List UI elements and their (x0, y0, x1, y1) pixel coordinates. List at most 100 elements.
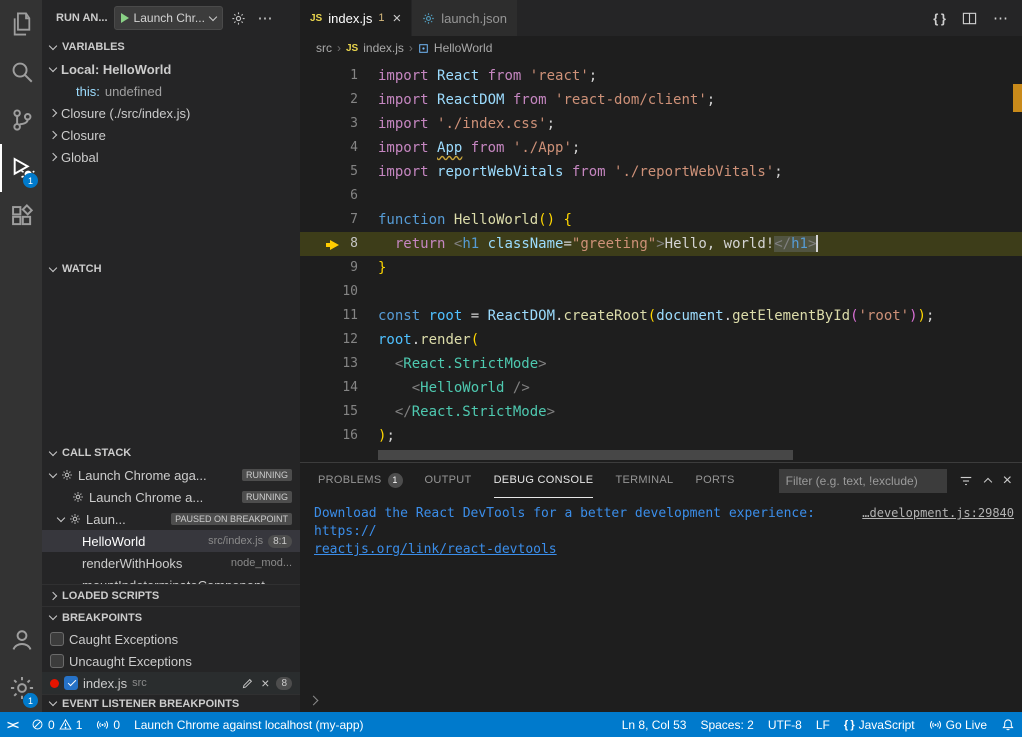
horizontal-scrollbar[interactable] (378, 450, 793, 460)
tab-problems[interactable]: PROBLEMS 1 (318, 463, 403, 498)
debug-session-row[interactable]: Launch Chrome aga... RUNNING (42, 464, 300, 486)
stack-frame-row[interactable]: renderWithHooks node_mod... (42, 552, 300, 574)
line-number[interactable]: 14 (300, 376, 378, 400)
language-mode-status[interactable]: { }JavaScript (837, 712, 922, 737)
breakpoint-row-index-js[interactable]: index.js src × 8 (42, 672, 300, 694)
cursor-position-status[interactable]: Ln 8, Col 53 (615, 712, 694, 737)
variables-section-header[interactable]: VARIABLES (42, 36, 300, 58)
code-line[interactable]: const root = ReactDOM.createRoot(documen… (378, 304, 1022, 328)
editor-gutter[interactable]: 12345678910111213141516 (300, 60, 378, 462)
code-line[interactable]: </React.StrictMode> (378, 400, 1022, 424)
variables-scope-row[interactable]: Local: HelloWorld (42, 58, 300, 80)
checkbox-unchecked[interactable] (50, 654, 64, 668)
indentation-status[interactable]: Spaces: 2 (693, 712, 760, 737)
stack-frame-row[interactable]: HelloWorld src/index.js 8:1 (42, 530, 300, 552)
code-line[interactable]: } (378, 256, 1022, 280)
event-listener-breakpoints-section-header[interactable]: EVENT LISTENER BREAKPOINTS (42, 694, 300, 712)
tab-debug-console[interactable]: DEBUG CONSOLE (494, 463, 594, 498)
line-number[interactable]: 9 (300, 256, 378, 280)
eol-status[interactable]: LF (809, 712, 837, 737)
source-control-icon[interactable] (0, 96, 42, 144)
console-filter-input[interactable] (779, 469, 947, 493)
line-number[interactable]: 7 (300, 208, 378, 232)
line-number[interactable]: 10 (300, 280, 378, 304)
breadcrumb-item-symbol[interactable]: HelloWorld (434, 41, 492, 55)
line-number[interactable]: 3 (300, 112, 378, 136)
breakpoint-row-caught-exceptions[interactable]: Caught Exceptions (42, 628, 300, 650)
notifications-bell-icon[interactable] (994, 712, 1022, 737)
checkbox-checked[interactable] (64, 676, 78, 690)
remove-breakpoint-close-icon[interactable]: × (261, 675, 269, 691)
forwarded-ports-status[interactable]: 0 (89, 712, 127, 737)
console-link[interactable]: reactjs.org/link/react-devtools (314, 542, 557, 557)
code-editor[interactable]: 12345678910111213141516 import React fro… (300, 60, 1022, 462)
debug-launch-dropdown[interactable]: Launch Chr... (114, 6, 223, 30)
line-number[interactable]: 15 (300, 400, 378, 424)
line-number[interactable]: 11 (300, 304, 378, 328)
line-number[interactable]: 13 (300, 352, 378, 376)
more-actions-icon[interactable]: ⋯ (255, 8, 275, 28)
extensions-icon[interactable] (0, 192, 42, 240)
split-editor-icon[interactable] (962, 11, 977, 26)
tab-launch-json[interactable]: launch.json (412, 0, 518, 36)
line-number[interactable]: 16 (300, 424, 378, 448)
closure-scope-row[interactable]: Closure (./src/index.js) (42, 102, 300, 124)
code-line[interactable] (378, 184, 1022, 208)
loaded-scripts-section-header[interactable]: LOADED SCRIPTS (42, 584, 300, 606)
debug-session-row[interactable]: Laun... PAUSED ON BREAKPOINT (42, 508, 300, 530)
tab-terminal[interactable]: TERMINAL (615, 463, 673, 498)
remote-indicator[interactable]: >< (0, 712, 24, 737)
close-icon[interactable]: × (392, 10, 401, 27)
code-line[interactable]: ); (378, 424, 1022, 448)
code-line[interactable]: <HelloWorld /> (378, 376, 1022, 400)
breakpoint-row-uncaught-exceptions[interactable]: Uncaught Exceptions (42, 650, 300, 672)
tab-index-js[interactable]: JS index.js 1 × (300, 0, 412, 36)
code-line[interactable]: import App from './App'; (378, 136, 1022, 160)
line-number[interactable]: 12 (300, 328, 378, 352)
accounts-icon[interactable] (0, 616, 42, 664)
breadcrumb-item-src[interactable]: src (316, 41, 332, 55)
line-number[interactable]: 6 (300, 184, 378, 208)
watch-section-header[interactable]: WATCH (42, 258, 300, 280)
clipped-stack-frame-row[interactable]: mountIndeterminateComponent (42, 574, 300, 584)
line-number[interactable]: 8 (300, 232, 378, 256)
line-number[interactable]: 1 (300, 64, 378, 88)
filter-icon[interactable] (959, 474, 973, 488)
line-number[interactable]: 5 (300, 160, 378, 184)
breadcrumb-item-file[interactable]: index.js (363, 41, 404, 55)
code-line[interactable]: root.render( (378, 328, 1022, 352)
search-icon[interactable] (0, 48, 42, 96)
breakpoints-section-header[interactable]: BREAKPOINTS (42, 606, 300, 628)
code-lines[interactable]: import React from 'react';import ReactDO… (378, 60, 1022, 462)
code-line[interactable]: import ReactDOM from 'react-dom/client'; (378, 88, 1022, 112)
code-line[interactable]: function HelloWorld() { (378, 208, 1022, 232)
global-scope-row[interactable]: Global (42, 146, 300, 168)
play-icon[interactable] (121, 13, 129, 23)
code-line[interactable] (378, 280, 1022, 304)
debug-session-row[interactable]: Launch Chrome a... RUNNING (42, 486, 300, 508)
code-line[interactable]: <React.StrictMode> (378, 352, 1022, 376)
code-line[interactable]: import reportWebVitals from './reportWeb… (378, 160, 1022, 184)
close-panel-icon[interactable]: × (1003, 472, 1012, 490)
call-stack-section-header[interactable]: CALL STACK (42, 442, 300, 464)
gear-icon[interactable] (229, 8, 249, 28)
line-number[interactable]: 2 (300, 88, 378, 112)
code-line[interactable]: return <h1 className="greeting">Hello, w… (378, 232, 1022, 256)
closure-scope-row[interactable]: Closure (42, 124, 300, 146)
maximize-panel-chevron-up-icon[interactable] (985, 473, 991, 488)
braces-icon[interactable]: { } (933, 11, 946, 26)
variable-row[interactable]: this: undefined (42, 80, 300, 102)
debug-session-status[interactable]: Launch Chrome against localhost (my-app) (127, 712, 370, 737)
edit-breakpoint-pencil-icon[interactable] (241, 677, 254, 690)
code-line[interactable]: import React from 'react'; (378, 64, 1022, 88)
code-line[interactable]: import './index.css'; (378, 112, 1022, 136)
run-and-debug-icon[interactable]: 1 (0, 144, 42, 192)
tab-ports[interactable]: PORTS (695, 463, 734, 498)
tab-output[interactable]: OUTPUT (425, 463, 472, 498)
line-number[interactable]: 4 (300, 136, 378, 160)
checkbox-unchecked[interactable] (50, 632, 64, 646)
problems-status[interactable]: 0 1 (24, 712, 89, 737)
go-live-status[interactable]: Go Live (922, 712, 994, 737)
encoding-status[interactable]: UTF-8 (761, 712, 809, 737)
explorer-icon[interactable] (0, 0, 42, 48)
